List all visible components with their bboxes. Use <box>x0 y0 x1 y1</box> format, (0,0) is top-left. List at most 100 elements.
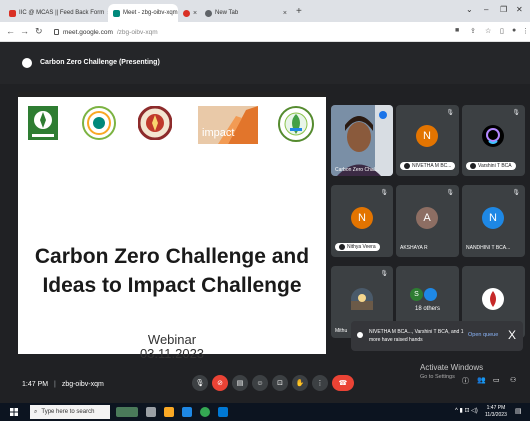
minimize-icon[interactable]: – <box>484 5 488 14</box>
more-options-button[interactable]: ⋮ <box>312 375 328 391</box>
emoji-button[interactable]: ☺ <box>252 375 268 391</box>
profile-icon[interactable]: ● <box>512 27 516 34</box>
chevron-down-icon[interactable]: ⌄ <box>466 5 473 14</box>
star-icon[interactable]: ☆ <box>485 27 491 35</box>
mic-off-icon: 🎙 <box>446 110 454 116</box>
forward-icon[interactable]: → <box>20 26 29 36</box>
new-tab-button[interactable]: + <box>296 6 302 17</box>
mic-off-icon: 🎙 <box>446 190 454 196</box>
hang-up-icon: ☎ <box>338 380 348 387</box>
chrome-icon <box>205 9 212 17</box>
participant-tile-nandhini[interactable]: 🎙 N NANDHINI T BCA... <box>462 185 525 257</box>
open-queue-link[interactable]: Open queue <box>468 332 498 338</box>
presented-slide: impact Carbon Zero Challenge and Ideas t… <box>18 92 326 361</box>
slide-subtitle-line1: Webinar <box>147 332 197 347</box>
camera-icon[interactable]: ■ <box>455 27 459 34</box>
app-icon[interactable] <box>218 407 228 417</box>
close-icon[interactable]: X <box>508 328 516 342</box>
tab-recording[interactable]: × <box>178 4 200 22</box>
record-icon <box>183 9 190 17</box>
tab-label: IIC @ MCAS || Feed Back Form <box>19 10 105 16</box>
avatar: N <box>416 125 438 147</box>
search-placeholder: Type here to search <box>41 409 95 415</box>
participant-tile-nivetha[interactable]: 🎙 N NIVETHA M BC... <box>396 105 459 176</box>
browser-tab-bar: IIC @ MCAS || Feed Back Form × Meet - zb… <box>0 0 530 22</box>
system-tray-icons[interactable]: ^ ▮ ⊡ ◁) <box>455 407 478 414</box>
info-icon[interactable]: ⓘ <box>462 376 469 386</box>
back-icon[interactable]: ← <box>6 26 15 36</box>
share-icon[interactable]: ⇪ <box>470 27 476 35</box>
taskbar-date: 11/3/2023 <box>485 412 507 418</box>
logo-school <box>278 106 314 142</box>
slide-top-bar <box>18 92 326 97</box>
activate-windows-title: Activate Windows <box>420 363 484 372</box>
maximize-icon[interactable]: ❐ <box>500 5 507 14</box>
participant-tile-nithya[interactable]: 🎙 N Nithya Veera <box>331 185 393 257</box>
avatar: N <box>482 207 504 229</box>
participant-name: NANDHINI T BCA... <box>466 245 511 251</box>
mic-icon: 🎙 <box>195 380 205 387</box>
meeting-separator: | <box>54 381 56 388</box>
tab-meet[interactable]: Meet - zbg-oibv-xqm × <box>108 4 178 22</box>
close-icon[interactable]: × <box>193 10 197 17</box>
avatar <box>351 288 373 310</box>
presentation-icon <box>22 58 32 68</box>
hand-icon: ✋ <box>295 380 305 387</box>
tab-label: Meet - zbg-oibv-xqm <box>123 10 178 16</box>
url-host: meet.google.com <box>63 28 113 36</box>
logo-circle <box>82 106 116 140</box>
slide-subtitle: Webinar 03.11.2023 <box>18 333 326 361</box>
mic-button[interactable]: 🎙 <box>192 375 208 391</box>
avatar-secondary <box>424 288 437 301</box>
meeting-code: zbg-oibv-xqm <box>61 381 104 388</box>
participant-tile-varshini[interactable]: 🎙 Varshini T BCA <box>462 105 525 176</box>
raise-hand-button[interactable]: ✋ <box>292 375 308 391</box>
avatar: N <box>351 207 373 229</box>
gmail-icon <box>9 9 16 17</box>
meeting-clock: 1:47 PM | zbg-oibv-xqm <box>22 381 104 388</box>
captions-button[interactable]: ▤ <box>232 375 248 391</box>
mic-off-icon: 🎙 <box>380 190 388 196</box>
taskbar-clock[interactable]: 1:47 PM 11/3/2023 <box>485 405 507 419</box>
notification-icon[interactable]: ▤ <box>515 407 522 415</box>
mic-off-icon: 🎙 <box>512 190 520 196</box>
mic-off-icon: 🎙 <box>380 271 388 277</box>
logo-impact: impact <box>198 106 258 144</box>
chat-icon[interactable]: ▭ <box>493 376 500 384</box>
participant-name: AKSHAYA R <box>400 245 428 251</box>
chrome-taskbar-icon[interactable] <box>200 407 210 417</box>
lock-icon <box>54 29 59 35</box>
participant-tile-akshaya[interactable]: 🎙 A AKSHAYA R <box>396 185 459 257</box>
close-window-icon[interactable]: ✕ <box>516 5 523 14</box>
close-icon[interactable]: × <box>283 10 287 17</box>
logo-green <box>28 106 58 140</box>
file-explorer-icon[interactable] <box>164 407 174 417</box>
store-icon[interactable] <box>182 407 192 417</box>
camera-off-button[interactable]: ⊘ <box>212 375 228 391</box>
participant-tile-presenter[interactable]: Carbon Zero Chal... <box>331 105 393 176</box>
more-dots-icon: ⋮ <box>316 380 324 387</box>
people-icon[interactable]: 👥 <box>477 376 486 384</box>
url-field[interactable]: meet.google.com/zbg-oibv-xqm <box>54 25 434 39</box>
logo-emblem <box>138 106 172 140</box>
reload-icon[interactable]: ↻ <box>35 26 43 37</box>
tab-feedback-form[interactable]: IIC @ MCAS || Feed Back Form × <box>4 4 108 22</box>
sidebar-icon[interactable]: ▯ <box>500 27 504 35</box>
activate-windows-subtitle: Go to Settings <box>420 374 455 380</box>
taskbar-search[interactable]: ⌕ Type here to search <box>30 405 110 419</box>
leave-call-button[interactable]: ☎ <box>332 375 354 391</box>
taskbar-time: 1:47 PM <box>486 405 506 411</box>
tab-new-tab[interactable]: New Tab × <box>200 4 292 22</box>
logo-impact-text: impact <box>202 127 234 139</box>
windows-taskbar: ⌕ Type here to search ^ ▮ ⊡ ◁) 1:47 PM 1… <box>0 403 530 421</box>
weather-icon[interactable] <box>116 407 138 417</box>
participant-name: 18 others <box>415 306 441 312</box>
avatar: A <box>416 207 438 229</box>
raised-hands-notification: NIVETHA M BCA..., Varshini T BCA, and 1 … <box>351 321 523 351</box>
activities-icon[interactable]: ⚇ <box>510 376 516 384</box>
windows-start-icon[interactable] <box>10 408 18 416</box>
menu-dots-icon[interactable]: ⋮ <box>522 27 529 35</box>
task-view-icon[interactable] <box>146 407 156 417</box>
present-button[interactable]: ⊡ <box>272 375 288 391</box>
tab-label: New Tab <box>215 10 239 16</box>
